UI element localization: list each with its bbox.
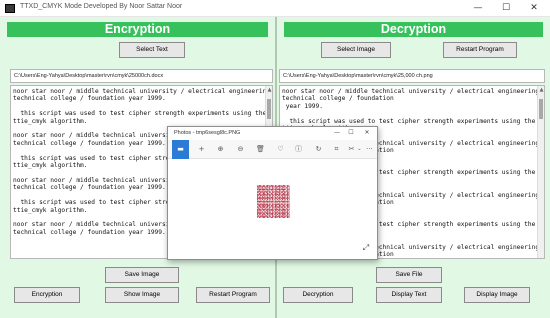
select-text-button[interactable]: Select Text [119,42,185,58]
decryption-header: Decryption [284,22,543,37]
encryption-button[interactable]: Encryption [14,287,80,303]
photos-maximize-button[interactable]: ☐ [344,128,358,138]
photos-window[interactable]: Photos - tmp6sesgl8c.PNG — ☐ ✕ ▬ + ⊕ ⊖ 🗑… [167,126,378,260]
encryption-file-path[interactable]: C:\Users\Eng-Yahya\Desktop\master\rvn\cm… [10,69,273,83]
photos-title: Photos - tmp6sesgl8c.PNG [174,130,241,136]
encrypted-image [257,185,290,218]
maximize-button[interactable]: ☐ [494,0,518,17]
display-text-button[interactable]: Display Text [376,287,442,303]
minimize-button[interactable]: — [466,0,490,17]
app-icon [5,4,15,13]
photos-close-button[interactable]: ✕ [360,128,374,138]
close-button[interactable]: ✕ [522,0,546,17]
select-image-button[interactable]: Select Image [321,42,391,58]
scroll-thumb[interactable] [267,99,271,119]
rotate-icon[interactable]: ↻ [313,144,324,155]
crop-icon[interactable]: ⌗ [331,144,342,155]
folder-icon[interactable]: ▬ [172,140,189,159]
save-image-button[interactable]: Save Image [105,267,179,283]
photos-toolbar: ▬ + ⊕ ⊖ 🗑 ♡ ⓘ ↻ ⌗ ✂ ⌄ ··· [168,140,377,159]
encryption-header: Encryption [7,22,268,37]
scroll-thumb[interactable] [539,99,543,119]
favorite-icon[interactable]: ♡ [275,144,286,155]
expand-icon[interactable]: ⤢ [361,243,371,253]
restart-program-button-right[interactable]: Restart Program [443,42,517,58]
more-icon[interactable]: ··· [364,144,375,155]
scroll-up-icon[interactable]: ▲ [538,86,544,94]
delete-icon[interactable]: 🗑 [255,144,266,155]
zoom-in-icon[interactable]: ⊕ [215,144,226,155]
photos-minimize-button[interactable]: — [330,128,344,138]
show-image-button[interactable]: Show Image [105,287,179,303]
decryption-button[interactable]: Decryption [283,287,353,303]
zoom-out-icon[interactable]: ⊖ [235,144,246,155]
info-icon[interactable]: ⓘ [293,144,304,155]
add-icon[interactable]: + [196,144,207,155]
decryption-scrollbar[interactable]: ▲ [537,86,544,258]
restart-program-button-left[interactable]: Restart Program [196,287,270,303]
window-title: TTXD_CMYK Mode Developed By Noor Sattar … [20,3,183,10]
display-image-button[interactable]: Display Image [464,287,530,303]
scroll-up-icon[interactable]: ▲ [266,86,272,94]
save-file-button[interactable]: Save File [376,267,442,283]
title-bar: TTXD_CMYK Mode Developed By Noor Sattar … [0,0,550,17]
decryption-file-path[interactable]: C:\Users\Eng-Yahya\Desktop\master\rvn\cm… [279,69,545,83]
